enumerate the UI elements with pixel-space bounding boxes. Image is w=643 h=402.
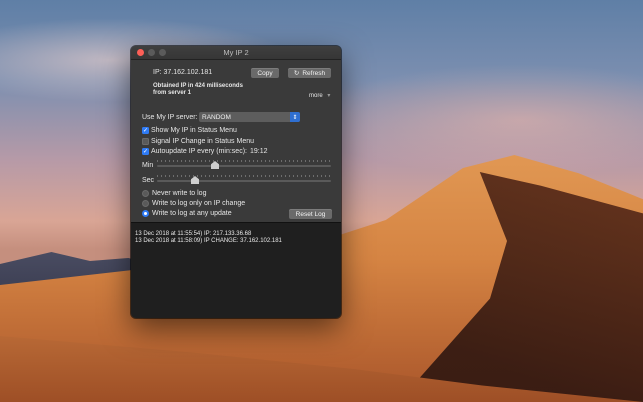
autoupdate-value: 19:12 [250, 148, 268, 155]
disclosure-triangle-icon: ▾ [327, 93, 331, 99]
min-slider-track[interactable] [157, 165, 331, 167]
log-line: 13 Dec 2018 at 11:58:09) IP CHANGE: 37.1… [135, 238, 282, 244]
log-any-update-label: Write to log at any update [152, 210, 232, 217]
my-ip-window: My IP 2 IP: 37.162.102.181 Copy ↻ Refres… [131, 46, 341, 318]
autoupdate-label: Autoupdate IP every (min:sec): [151, 148, 247, 155]
more-toggle[interactable]: more ▾ [309, 92, 330, 99]
signal-change-checkbox[interactable] [142, 138, 149, 145]
refresh-button[interactable]: ↻ Refresh [288, 68, 331, 78]
server-select-value: RANDOM [202, 113, 231, 121]
show-status-menu-checkbox[interactable]: ✓ [142, 127, 149, 134]
reset-log-button[interactable]: Reset Log [289, 209, 332, 219]
window-title: My IP 2 [223, 48, 249, 57]
log-on-change-radio[interactable] [142, 200, 149, 207]
log-on-change-label: Write to log only on IP change [152, 200, 246, 207]
sec-slider-knob[interactable] [191, 176, 199, 184]
never-log-label: Never write to log [152, 190, 207, 197]
signal-change-label: Signal IP Change in Status Menu [151, 138, 254, 145]
obtained-info: Obtained IP in 424 milliseconds [153, 83, 243, 89]
show-status-menu-label: Show My IP in Status Menu [151, 127, 237, 134]
server-info: from server 1 [153, 90, 192, 96]
min-slider-label: Min [142, 162, 154, 169]
select-arrows-icon: ⇕ [290, 112, 300, 122]
title-bar[interactable]: My IP 2 [131, 46, 341, 60]
copy-button[interactable]: Copy [251, 68, 279, 78]
log-any-update-radio[interactable] [142, 210, 149, 217]
sec-slider-ticks [157, 175, 331, 177]
more-label: more [309, 93, 323, 99]
log-view[interactable]: 13 Dec 2018 at 11:55:54) IP: 217.133.36.… [131, 222, 341, 318]
min-slider-ticks [157, 160, 331, 162]
autoupdate-checkbox[interactable]: ✓ [142, 148, 149, 155]
refresh-icon: ↻ [293, 70, 300, 77]
sec-slider-label: Sec [142, 177, 155, 184]
min-slider-knob[interactable] [211, 161, 219, 169]
server-label: Use My IP server: [142, 114, 198, 121]
never-log-radio[interactable] [142, 190, 149, 197]
refresh-label: Refresh [302, 69, 326, 77]
server-select[interactable]: RANDOM ⇕ [199, 112, 300, 122]
log-line: 13 Dec 2018 at 11:55:54) IP: 217.133.36.… [135, 231, 252, 237]
ip-address: IP: 37.162.102.181 [153, 69, 213, 76]
sec-slider-track[interactable] [157, 180, 331, 182]
